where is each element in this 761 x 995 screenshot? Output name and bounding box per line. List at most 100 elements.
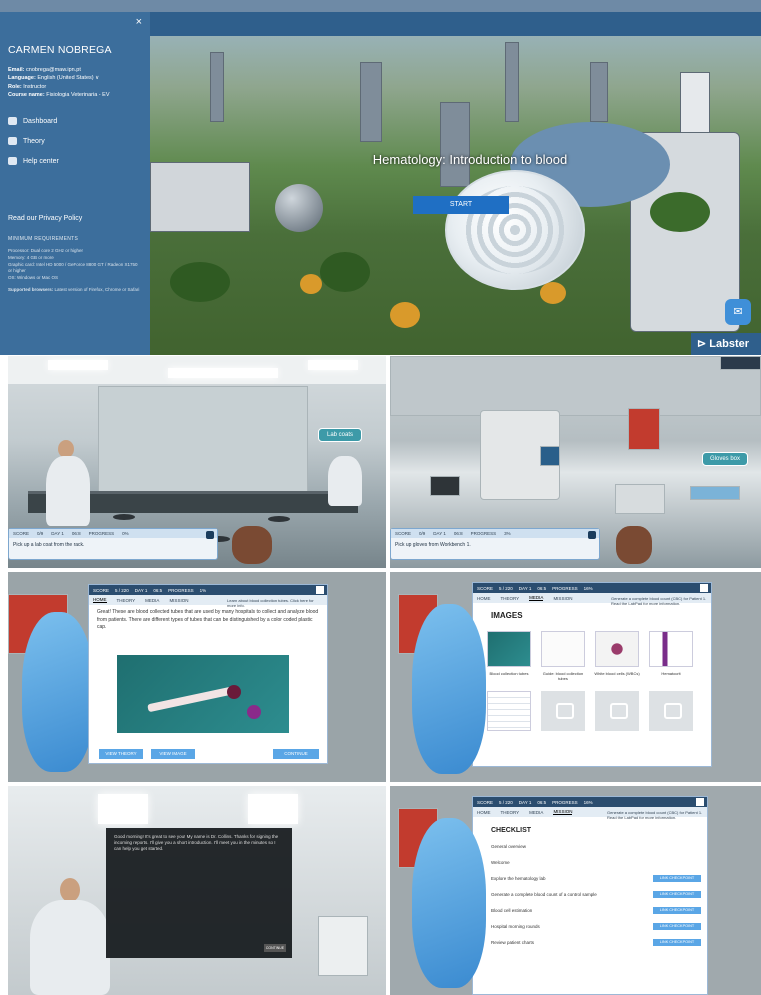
ceiling-light [308, 360, 358, 370]
lab-coats-sign[interactable]: Lab coats [318, 428, 362, 442]
media-thumb-wbc[interactable] [595, 631, 639, 667]
labpad-icon[interactable] [588, 531, 596, 539]
checklist-item: General overview [491, 838, 707, 854]
mission-dialog: SCORE 5 / 220 DAY 1 06:5 PROGRESS 16% HO… [472, 796, 708, 995]
link-checkpoint-button[interactable]: LINK CHECKPOINT [653, 874, 701, 882]
progress-value: 16% [583, 799, 593, 805]
time-value: 06:8 [71, 531, 81, 536]
requirement-item: Memory: 4 GB or more [8, 254, 54, 260]
tab-media[interactable]: MEDIA [145, 598, 159, 603]
tab-media[interactable]: MEDIA [529, 595, 544, 601]
day-label: DAY 1 [51, 531, 64, 536]
link-checkpoint-button[interactable]: LINK CHECKPOINT [653, 922, 701, 930]
building [590, 62, 608, 122]
scanner[interactable] [430, 476, 460, 496]
nav-help-center[interactable]: Help center [8, 157, 142, 165]
day-label: DAY 1 [433, 531, 446, 536]
checklist-label: Generate a complete blood count of a con… [491, 891, 597, 897]
media-thumb-tubes[interactable] [487, 631, 531, 667]
chat-bubble-icon[interactable]: ✉ [725, 299, 751, 325]
min-req-title: MINIMUM REQUIREMENTS [8, 236, 79, 242]
media-thumb-hematocrit[interactable] [649, 631, 693, 667]
supported-browsers: Supported browsers: Latest version of Fi… [8, 287, 142, 294]
gloves-box[interactable] [690, 486, 740, 500]
language-select[interactable]: English (United States) ∨ [37, 75, 99, 81]
locked-media-icon [595, 691, 639, 731]
logo-mark-icon: ⊳ [697, 338, 710, 350]
view-image-button[interactable]: VIEW IMAGE [151, 749, 195, 759]
link-checkpoint-button[interactable]: LINK CHECKPOINT [653, 890, 701, 898]
top-bar [150, 12, 761, 36]
media-thumb-table[interactable] [487, 691, 531, 731]
nav-dashboard[interactable]: Dashboard [8, 117, 142, 125]
link-checkpoint-button[interactable]: LINK CHECKPOINT [653, 938, 701, 946]
lab-coat-rack[interactable] [328, 456, 362, 506]
scientist-avatar[interactable] [30, 900, 110, 995]
requirement-item: Graphic card: Intel HD 5000 / GeForce 88… [8, 261, 138, 274]
progress-label: PROGRESS [470, 531, 497, 536]
tab-mission[interactable]: MISSION [553, 596, 572, 601]
tab-theory[interactable]: THEORY [501, 596, 520, 601]
cap-icon [8, 117, 17, 125]
time-value: 06:5 [537, 585, 547, 591]
gloves-box-sign[interactable]: Gloves box [702, 452, 748, 466]
progress-value: 3% [504, 531, 511, 536]
corridor-scene: Good morning! It's great to see you! My … [8, 786, 386, 995]
nav-help-label: Help center [23, 157, 59, 165]
book-icon [8, 137, 17, 145]
lab-title: Hematology: Introduction to blood [372, 152, 568, 167]
building [360, 62, 382, 142]
tab-home[interactable]: HOME [477, 810, 491, 815]
intro-continue-button[interactable]: CONTINUE [264, 944, 286, 952]
labpad-icon[interactable] [316, 586, 324, 594]
email-value: cnobrega@maw.ipn.pt [26, 67, 81, 73]
progress-label: PROGRESS [552, 585, 578, 591]
privacy-link[interactable]: Read our Privacy Policy [8, 215, 142, 222]
tab-mission[interactable]: MISSION [553, 809, 573, 815]
score-label: SCORE [477, 585, 494, 591]
tree [650, 192, 710, 232]
labpad-icon[interactable] [696, 798, 704, 806]
biohazard-bin[interactable] [628, 408, 660, 450]
labpad-icon[interactable] [700, 584, 708, 592]
progress-value: 1% [199, 587, 207, 593]
link-checkpoint-button[interactable]: LINK CHECKPOINT [653, 906, 701, 914]
tube [147, 685, 237, 713]
checklist-label: Explore the hematology lab [491, 875, 546, 881]
time-value: 06:5 [537, 799, 547, 805]
tab-theory[interactable]: THEORY [501, 810, 520, 815]
tree [320, 252, 370, 292]
checklist-label: Hospital morning rounds [491, 923, 540, 929]
score-value: 5 / 220 [499, 585, 513, 591]
tab-home[interactable]: HOME [93, 597, 107, 603]
tab-media[interactable]: MEDIA [529, 810, 543, 815]
user-name: CARMEN NOBREGA [8, 44, 112, 56]
lab-equipment [318, 916, 368, 976]
dialog-header: SCORE 5 / 220 DAY 1 06:5 PROGRESS 16% [473, 797, 707, 807]
tab-home[interactable]: HOME [477, 596, 491, 601]
start-button[interactable]: START [413, 196, 509, 214]
locked-media-icon [649, 691, 693, 731]
media-caption: White blood cells (WBCs) [594, 671, 640, 676]
requirement-item: Processor: Dual core 2 GHz or higher [8, 248, 84, 253]
media-thumb-guide[interactable] [541, 631, 585, 667]
gloved-hand [22, 612, 94, 772]
tab-mission[interactable]: MISSION [169, 598, 188, 603]
building [440, 102, 470, 187]
labpad-icon[interactable] [206, 531, 214, 539]
tab-theory[interactable]: THEORY [117, 598, 136, 603]
nav-theory[interactable]: Theory [8, 137, 142, 145]
checklist-label: General overview [491, 843, 527, 849]
scientist-avatar[interactable] [46, 456, 90, 526]
close-icon[interactable]: × [136, 16, 142, 28]
lab-scene-coats: Lab coats SCORE 0/9 DAY 1 06:8 PROGRESS … [8, 356, 386, 568]
task-instruction: Pick up a lab coat from the rack. [13, 542, 85, 548]
checklist: General overview Welcome Explore the hem… [473, 838, 707, 950]
tube-rack[interactable] [615, 484, 665, 514]
view-theory-button[interactable]: VIEW THEORY [99, 749, 143, 759]
blood-tubes-image [117, 655, 289, 733]
continue-button[interactable]: CONTINUE [273, 749, 319, 759]
stool [268, 516, 290, 522]
checklist-label: Blood cell estimation [491, 907, 533, 913]
header-note: Generate a complete blood count (CBC) fo… [611, 596, 707, 607]
